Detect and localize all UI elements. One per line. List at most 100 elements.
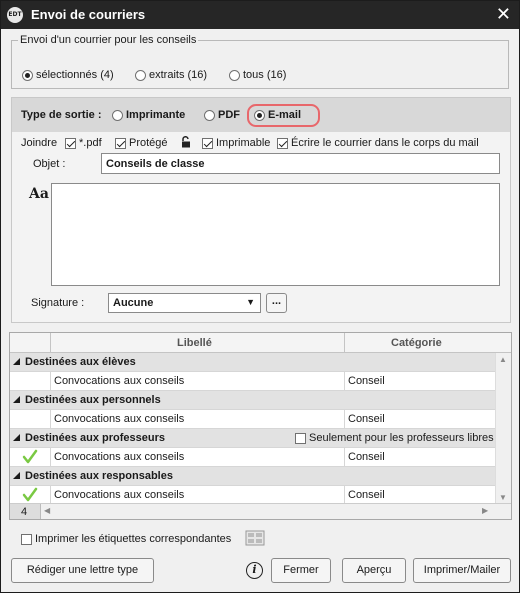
checkbox-pdf[interactable]: *.pdf bbox=[65, 137, 102, 149]
group-row-personnels[interactable]: Destinées aux personnels bbox=[10, 391, 495, 410]
title-bar[interactable]: EDT Envoi de courriers ✕ bbox=[1, 1, 519, 29]
collapse-triangle-icon[interactable] bbox=[13, 472, 20, 479]
scroll-left-icon[interactable]: ◀ bbox=[44, 506, 50, 515]
libelle-cell: Convocations aux conseils bbox=[54, 489, 185, 501]
checkbox-label: Imprimer les étiquettes correspondantes bbox=[35, 533, 232, 545]
radio-label: sélectionnés (4) bbox=[36, 69, 114, 81]
group-row-responsables[interactable]: Destinées aux responsables bbox=[10, 467, 495, 486]
categorie-cell: Conseil bbox=[344, 486, 385, 504]
checkbox-label: Écrire le courrier dans le corps du mail bbox=[291, 137, 479, 149]
info-icon[interactable]: i bbox=[246, 562, 263, 579]
mail-body-editor[interactable] bbox=[51, 183, 500, 286]
radio-tous[interactable]: tous (16) bbox=[229, 69, 286, 81]
window-title: Envoi de courriers bbox=[31, 7, 146, 22]
objet-input[interactable]: Conseils de classe bbox=[101, 153, 500, 174]
radio-label: E-mail bbox=[268, 109, 302, 121]
scroll-up-icon[interactable]: ▲ bbox=[499, 355, 507, 364]
checkbox-box bbox=[115, 137, 126, 149]
libelle-cell: Convocations aux conseils bbox=[54, 413, 185, 425]
objet-label: Objet : bbox=[33, 158, 66, 170]
libelle-cell: Convocations aux conseils bbox=[54, 451, 185, 463]
radio-selectionnes[interactable]: sélectionnés (4) bbox=[22, 69, 114, 81]
dialog-window: EDT Envoi de courriers ✕ Envoi d'un cour… bbox=[0, 0, 520, 593]
chevron-down-icon: ▼ bbox=[246, 297, 255, 307]
select-cell[interactable] bbox=[10, 410, 51, 428]
radio-circle bbox=[204, 109, 215, 121]
libelle-cell: Convocations aux conseils bbox=[54, 375, 185, 387]
checkbox-label: *.pdf bbox=[79, 137, 102, 149]
checkbox-etiquettes[interactable]: Imprimer les étiquettes correspondantes bbox=[21, 533, 231, 545]
collapse-triangle-icon[interactable] bbox=[13, 358, 20, 365]
output-panel: Type de sortie : Imprimante PDF E-mail J… bbox=[11, 97, 511, 323]
group-row-eleves[interactable]: Destinées aux élèves bbox=[10, 353, 495, 372]
row-count: 4 bbox=[10, 504, 41, 519]
horizontal-scrollbar[interactable]: 4 ◀ ▶ bbox=[10, 503, 511, 519]
imprimer-mailer-button[interactable]: Imprimer/Mailer bbox=[413, 558, 511, 583]
group-row-professeurs[interactable]: Destinées aux professeurs Seulement pour… bbox=[10, 429, 495, 448]
header-select-cell bbox=[10, 333, 51, 352]
checkbox-imprimable[interactable]: Imprimable bbox=[202, 137, 270, 149]
categorie-cell: Conseil bbox=[344, 448, 385, 466]
checkbox-box bbox=[21, 533, 32, 545]
categorie-cell: Conseil bbox=[344, 410, 385, 428]
table-row[interactable]: Convocations aux conseils Conseil bbox=[10, 448, 495, 467]
radio-pdf[interactable]: PDF bbox=[204, 109, 240, 121]
output-type-label: Type de sortie : bbox=[21, 109, 102, 121]
output-type-bar: Type de sortie : Imprimante PDF E-mail bbox=[12, 98, 510, 132]
joindre-label: Joindre bbox=[21, 137, 58, 149]
checkbox-corps-mail[interactable]: Écrire le courrier dans le corps du mail bbox=[277, 137, 479, 149]
select-cell[interactable] bbox=[10, 372, 51, 390]
radio-circle bbox=[135, 69, 146, 81]
checkbox-label: Protégé bbox=[129, 137, 168, 149]
scroll-right-icon[interactable]: ▶ bbox=[482, 506, 488, 515]
signature-value: Aucune bbox=[113, 297, 154, 309]
label-sheet-icon[interactable] bbox=[245, 530, 265, 546]
checkbox-protege[interactable]: Protégé bbox=[115, 137, 168, 149]
group-title: Destinées aux responsables bbox=[25, 470, 173, 482]
group-title: Destinées aux élèves bbox=[25, 356, 136, 368]
checkbox-label: Seulement pour les professeurs libres bbox=[309, 432, 494, 444]
courrier-group: Envoi d'un courrier pour les conseils sé… bbox=[11, 34, 509, 89]
fermer-button[interactable]: Fermer bbox=[271, 558, 331, 583]
header-divider bbox=[344, 333, 345, 352]
checkbox-box bbox=[295, 432, 306, 444]
vertical-scrollbar[interactable]: ▲ ▼ bbox=[495, 353, 511, 508]
checkmark-icon bbox=[22, 487, 38, 502]
group-title: Destinées aux personnels bbox=[25, 394, 161, 406]
header-libelle[interactable]: Libellé bbox=[177, 337, 212, 349]
radio-circle bbox=[22, 69, 33, 81]
collapse-triangle-icon[interactable] bbox=[13, 434, 20, 441]
checkbox-box bbox=[277, 137, 288, 149]
radio-label: Imprimante bbox=[126, 109, 186, 121]
collapse-triangle-icon[interactable] bbox=[13, 396, 20, 403]
header-categorie[interactable]: Catégorie bbox=[391, 337, 442, 349]
rediger-lettre-button[interactable]: Rédiger une lettre type bbox=[11, 558, 154, 583]
group-title: Destinées aux professeurs bbox=[25, 432, 166, 444]
table-row[interactable]: Convocations aux conseils Conseil bbox=[10, 372, 495, 391]
radio-email[interactable]: E-mail bbox=[254, 109, 301, 121]
select-cell[interactable] bbox=[10, 448, 51, 466]
font-format-icon[interactable]: Aa bbox=[29, 186, 49, 202]
radio-label: tous (16) bbox=[243, 69, 287, 81]
checkbox-professeurs-libres[interactable]: Seulement pour les professeurs libres bbox=[295, 432, 494, 444]
radio-label: PDF bbox=[218, 109, 240, 121]
apercu-button[interactable]: Aperçu bbox=[342, 558, 406, 583]
radio-circle bbox=[112, 109, 123, 121]
table-row[interactable]: Convocations aux conseils Conseil bbox=[10, 410, 495, 429]
table-header: Libellé Catégorie bbox=[10, 333, 511, 353]
scroll-down-icon[interactable]: ▼ bbox=[499, 493, 507, 502]
select-cell[interactable] bbox=[10, 486, 51, 504]
radio-circle bbox=[254, 109, 265, 121]
lock-icon[interactable] bbox=[180, 136, 192, 148]
courrier-table: Libellé Catégorie Destinées aux élèves C… bbox=[9, 332, 512, 520]
signature-more-button[interactable]: ... bbox=[266, 293, 287, 313]
radio-extraits[interactable]: extraits (16) bbox=[135, 69, 207, 81]
signature-select[interactable]: Aucune ▼ bbox=[108, 293, 261, 313]
radio-label: extraits (16) bbox=[149, 69, 208, 81]
checkmark-icon bbox=[22, 449, 38, 464]
radio-imprimante[interactable]: Imprimante bbox=[112, 109, 185, 121]
group-legend: Envoi d'un courrier pour les conseils bbox=[20, 34, 197, 46]
checkbox-box bbox=[202, 137, 213, 149]
close-icon[interactable]: ✕ bbox=[496, 4, 511, 25]
categorie-cell: Conseil bbox=[344, 372, 385, 390]
